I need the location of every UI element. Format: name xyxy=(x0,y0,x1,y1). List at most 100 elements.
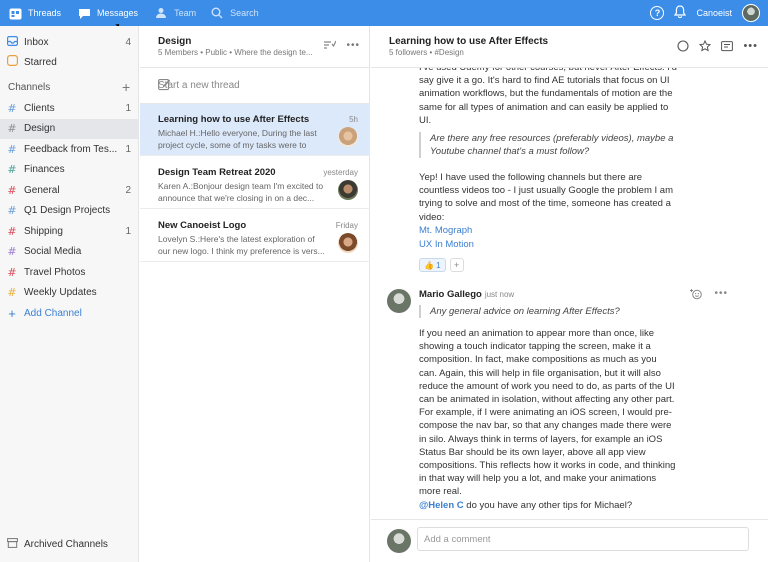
follow-circle-icon[interactable] xyxy=(677,40,689,55)
thread-title: Learning how to use After Effects xyxy=(389,36,549,47)
sidebar-item-label: Q1 Design Projects xyxy=(24,205,111,216)
archived-channels-label: Archived Channels xyxy=(24,538,108,550)
sidebar-item-label: Shipping xyxy=(24,225,63,237)
thread-preview: Karen A.:Bonjour design team I'm excited… xyxy=(158,181,324,203)
user-avatar[interactable] xyxy=(742,4,760,22)
sidebar: Inbox 4 Starred Channels + # Clients 1 # Des… xyxy=(0,26,139,562)
link-ux-in-motion[interactable]: UX In Motion xyxy=(419,239,474,250)
plus-icon: + xyxy=(8,305,16,321)
avatar xyxy=(387,289,411,313)
message-scroll-area[interactable]: I've used Udemy for other courses, but n… xyxy=(371,68,768,519)
thread-preview: Lovelyn S.:Here's the latest exploration… xyxy=(158,234,325,256)
sidebar-item-channel[interactable]: # Weekly Updates xyxy=(0,283,139,303)
thread-time: Friday xyxy=(335,221,358,230)
more-options-icon[interactable]: ••• xyxy=(743,40,758,55)
channel-title: Design xyxy=(158,36,192,47)
unread-count: 1 xyxy=(125,102,131,114)
sidebar-item-starred[interactable]: Starred xyxy=(0,52,139,72)
thread-list-panel: Design 5 Members • Public • Where the de… xyxy=(140,26,370,562)
sidebar-item-channel[interactable]: # General 2 xyxy=(0,180,139,200)
add-channel-label: Add Channel xyxy=(24,307,82,319)
sidebar-item-label: Starred xyxy=(24,56,57,68)
thread-title: New Canoeist Logo xyxy=(158,220,247,231)
sidebar-item-channel[interactable]: # Feedback from Tes... 1 xyxy=(0,139,139,159)
hash-icon: # xyxy=(7,122,17,135)
channels-header: Channels xyxy=(8,82,51,93)
inbox-icon xyxy=(0,35,24,49)
unread-count: 2 xyxy=(125,184,131,196)
channel-subtitle: 5 Members • Public • Where the design te… xyxy=(158,48,313,57)
details-icon[interactable] xyxy=(721,40,734,55)
sidebar-item-channel[interactable]: # Social Media xyxy=(0,242,139,262)
nav-team-label: Team xyxy=(174,8,197,18)
archived-channels-button[interactable]: Archived Channels xyxy=(0,534,139,554)
message-author: Mario Gallego just now xyxy=(419,289,514,300)
hash-icon: # xyxy=(7,224,17,238)
more-options-icon[interactable]: ••• xyxy=(346,40,360,53)
sidebar-item-channel[interactable]: # Travel Photos xyxy=(0,262,139,282)
avatar xyxy=(338,233,358,253)
thread-item[interactable]: Design Team Retreat 2020 yesterday Karen… xyxy=(140,157,370,209)
sidebar-item-label: Social Media xyxy=(24,246,82,257)
user-name[interactable]: Canoeist xyxy=(696,8,732,18)
sidebar-item-channel[interactable]: # Design xyxy=(0,118,139,139)
thread-time: yesterday xyxy=(323,168,358,177)
sidebar-item-channel[interactable]: # Shipping 1 xyxy=(0,221,139,241)
thread-title: Design Team Retreat 2020 xyxy=(158,167,276,178)
message-time: just now xyxy=(484,290,515,299)
nav-team[interactable]: Team xyxy=(138,0,196,26)
add-reaction-icon[interactable] xyxy=(689,288,703,303)
comment-input[interactable] xyxy=(417,527,749,551)
avatar xyxy=(387,529,411,553)
hash-icon: # xyxy=(7,183,17,197)
nav-search-label: Search xyxy=(230,8,259,18)
star-icon xyxy=(0,55,24,69)
messages-icon xyxy=(77,6,91,20)
author-name: Mario Gallego xyxy=(419,289,482,300)
bell-icon[interactable] xyxy=(674,5,687,21)
add-reaction-button[interactable]: + xyxy=(449,258,464,272)
threads-icon xyxy=(8,6,22,20)
sidebar-item-label: General xyxy=(24,184,60,196)
thread-item[interactable]: New Canoeist Logo Friday Lovelyn S.:Here… xyxy=(140,210,370,262)
link-mt-mograph[interactable]: Mt. Mograph xyxy=(419,225,472,236)
new-thread-input[interactable]: Start a new thread xyxy=(140,68,370,104)
sidebar-item-label: Inbox xyxy=(24,36,49,48)
hash-icon: # xyxy=(7,286,17,299)
thread-item[interactable]: Learning how to use After Effects 5h Mic… xyxy=(140,104,370,156)
sidebar-item-channel[interactable]: # Q1 Design Projects xyxy=(0,201,139,221)
star-icon[interactable] xyxy=(699,39,712,55)
thumbs-up-reaction[interactable]: 👍 1 xyxy=(419,258,446,272)
more-options-icon[interactable]: ••• xyxy=(714,288,728,303)
sidebar-item-channel[interactable]: # Finances xyxy=(0,160,139,180)
filter-icon[interactable] xyxy=(323,40,338,53)
sidebar-item-inbox[interactable]: Inbox 4 xyxy=(0,32,139,52)
add-channel-button[interactable]: + Add Channel xyxy=(0,303,139,323)
message-text: Yep! I have used the following channels … xyxy=(419,172,673,223)
help-icon[interactable]: ? xyxy=(650,6,665,20)
thread-header: Learning how to use After Effects 5 foll… xyxy=(371,26,768,68)
unread-count: 1 xyxy=(125,143,131,155)
message-quote: Are there any free resources (preferably… xyxy=(419,132,675,159)
archive-icon xyxy=(0,537,24,551)
message-text: If you need an animation to appear more … xyxy=(419,328,676,498)
add-channel-plus-icon[interactable]: + xyxy=(122,79,130,95)
nav-messages[interactable]: Messages xyxy=(61,0,138,26)
sidebar-item-label: Feedback from Tes... xyxy=(24,143,118,155)
hash-icon: # xyxy=(7,245,17,258)
comment-bar xyxy=(371,519,768,562)
nav-threads[interactable]: Threads xyxy=(0,0,61,26)
nav-search[interactable]: Search xyxy=(196,0,259,26)
search-icon xyxy=(210,6,224,20)
compose-icon[interactable] xyxy=(158,78,360,94)
message-quote: Any general advice on learning After Eff… xyxy=(419,305,675,319)
unread-count: 1 xyxy=(125,225,131,237)
hash-icon: # xyxy=(7,204,17,217)
hash-icon: # xyxy=(7,163,17,176)
sidebar-item-label: Design xyxy=(24,123,56,134)
sidebar-item-channel[interactable]: # Clients 1 xyxy=(0,98,139,118)
avatar xyxy=(338,180,358,200)
thread-list-header: Design 5 Members • Public • Where the de… xyxy=(140,26,370,68)
unread-count: 4 xyxy=(125,36,131,48)
user-mention[interactable]: @Helen C xyxy=(419,500,464,511)
